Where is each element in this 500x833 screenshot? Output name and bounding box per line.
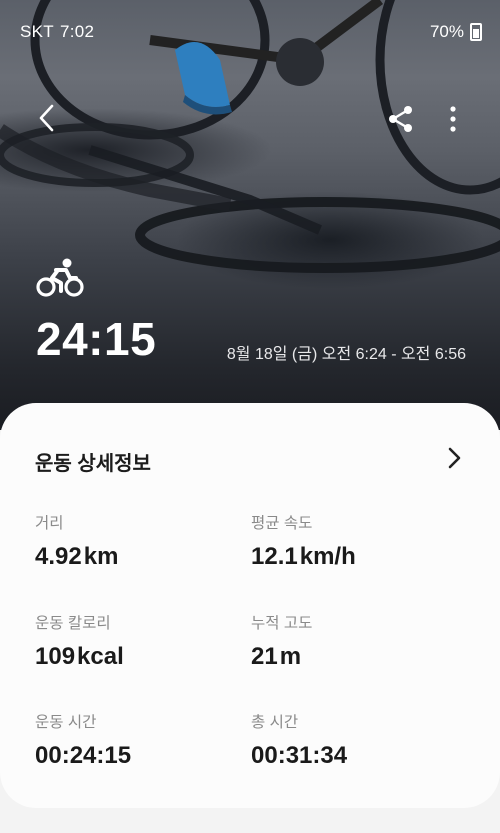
chevron-left-icon (39, 104, 54, 132)
back-button[interactable] (34, 100, 62, 136)
stat-label: 평균 속도 (251, 515, 313, 532)
share-button[interactable] (386, 104, 416, 134)
stat-total-time: 총 시간 00:31:34 (251, 710, 347, 770)
stat-value: 12.1 (251, 543, 298, 570)
stat-value: 00:31:34 (251, 742, 348, 769)
stat-unit: m (279, 643, 302, 670)
stat-label: 운동 시간 (35, 714, 97, 731)
status-bar: SKT 7:02 70% (0, 0, 500, 60)
stat-unit: kcal (77, 643, 124, 670)
workout-date-range: 8월 18일 (금) 오전 6:24 - 오전 6:56 (226, 346, 466, 363)
card-title: 운동 상세정보 (35, 453, 151, 475)
carrier-label: SKT (20, 22, 54, 41)
battery-percent: 70% (429, 22, 464, 41)
stat-unit: km (83, 543, 119, 570)
stat-value: 109 (35, 643, 76, 670)
workout-details-card: 운동 상세정보 거리 4.92km 평균 속도 12.1km/h 운동 칼로리 … (0, 403, 500, 808)
stat-workout-time: 운동 시간 00:24:15 (35, 710, 131, 770)
stat-label: 거리 (35, 515, 64, 532)
stat-value: 21 (251, 643, 278, 670)
workout-hero-image: SKT 7:02 70% 24:15 8월 18일 (금) 오전 6:24 - … (0, 0, 500, 430)
battery-icon (470, 23, 482, 41)
status-time: 7:02 (59, 22, 95, 41)
stat-value: 00:24:15 (35, 742, 132, 769)
cycling-icon (36, 258, 84, 297)
stat-label: 총 시간 (251, 714, 299, 731)
stat-elevation-gain: 누적 고도 21m (251, 611, 312, 671)
stat-average-speed: 평균 속도 12.1km/h (251, 511, 356, 571)
more-options-button[interactable] (442, 104, 464, 134)
details-more-button[interactable] (441, 443, 467, 473)
stat-label: 운동 칼로리 (35, 615, 111, 632)
stat-label: 누적 고도 (251, 615, 313, 632)
stat-distance: 거리 4.92km (35, 511, 118, 571)
chevron-right-icon (448, 447, 461, 469)
stat-unit: km/h (299, 543, 356, 570)
share-icon (389, 106, 412, 132)
stat-value: 4.92 (35, 543, 82, 570)
workout-duration: 24:15 (36, 313, 157, 365)
stat-calories: 운동 칼로리 109kcal (35, 611, 124, 671)
more-vertical-icon (450, 106, 456, 132)
